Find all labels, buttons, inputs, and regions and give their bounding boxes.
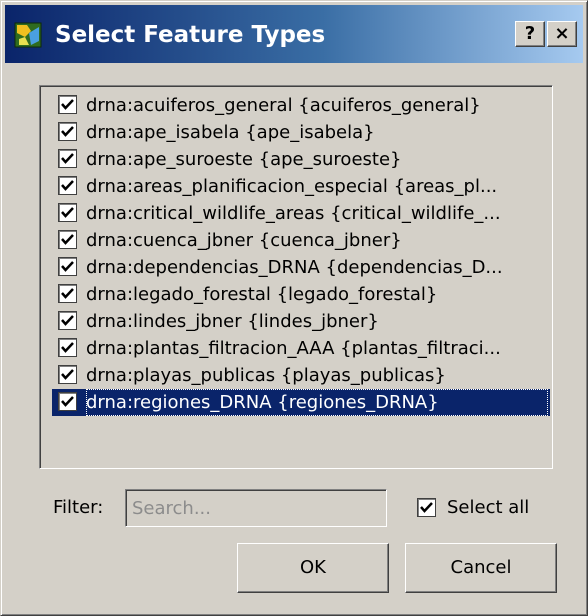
list-item[interactable]: drna:cuenca_jbner {cuenca_jbner} bbox=[52, 227, 550, 254]
list-item-label: drna:legado_forestal {legado_forestal} bbox=[86, 284, 438, 305]
list-item[interactable]: drna:legado_forestal {legado_forestal} bbox=[52, 281, 550, 308]
help-button[interactable]: ? bbox=[515, 21, 545, 47]
list-item-label: drna:ape_isabela {ape_isabela} bbox=[86, 122, 375, 143]
item-checkbox[interactable] bbox=[58, 257, 77, 276]
checkmark-icon bbox=[61, 396, 74, 407]
checkmark-icon bbox=[61, 369, 74, 380]
select-all-checkbox[interactable] bbox=[417, 498, 436, 517]
checkmark-icon bbox=[420, 502, 433, 513]
close-button[interactable]: × bbox=[547, 21, 577, 47]
search-input[interactable] bbox=[125, 489, 387, 527]
checkmark-icon bbox=[61, 180, 74, 191]
item-checkbox[interactable] bbox=[58, 284, 77, 303]
title-bar[interactable]: Select Feature Types ? × bbox=[5, 5, 583, 63]
checkmark-icon bbox=[61, 288, 74, 299]
checkmark-icon bbox=[61, 207, 74, 218]
item-checkbox[interactable] bbox=[58, 365, 77, 384]
item-checkbox[interactable] bbox=[58, 176, 77, 195]
list-item-label: drna:acuiferos_general {acuiferos_genera… bbox=[86, 95, 481, 116]
list-item-label: drna:areas_planificacion_especial {areas… bbox=[86, 176, 498, 197]
feature-type-list[interactable]: drna:acuiferos_general {acuiferos_genera… bbox=[39, 85, 553, 469]
list-item-label: drna:regiones_DRNA {regiones_DRNA} bbox=[86, 389, 548, 416]
checkmark-icon bbox=[61, 315, 74, 326]
item-checkbox[interactable] bbox=[58, 230, 77, 249]
list-item[interactable]: drna:regiones_DRNA {regiones_DRNA} bbox=[52, 389, 550, 416]
checkmark-icon bbox=[61, 234, 74, 245]
select-all-label[interactable]: Select all bbox=[447, 493, 529, 523]
item-checkbox[interactable] bbox=[58, 95, 77, 114]
item-checkbox[interactable] bbox=[58, 311, 77, 330]
list-item[interactable]: drna:playas_publicas {playas_publicas} bbox=[52, 362, 550, 389]
list-item[interactable]: drna:ape_suroeste {ape_suroeste} bbox=[52, 146, 550, 173]
checkmark-icon bbox=[61, 261, 74, 272]
app-icon bbox=[13, 19, 45, 51]
list-item-label: drna:cuenca_jbner {cuenca_jbner} bbox=[86, 230, 402, 251]
filter-label: Filter: bbox=[53, 497, 104, 518]
checkmark-icon bbox=[61, 153, 74, 164]
item-checkbox[interactable] bbox=[58, 392, 77, 411]
dialog-title: Select Feature Types bbox=[55, 22, 326, 48]
checkmark-icon bbox=[61, 342, 74, 353]
item-checkbox[interactable] bbox=[58, 338, 77, 357]
item-checkbox[interactable] bbox=[58, 203, 77, 222]
list-item-label: drna:playas_publicas {playas_publicas} bbox=[86, 365, 446, 386]
list-item-label: drna:dependencias_DRNA {dependencias_D..… bbox=[86, 257, 503, 278]
list-item[interactable]: drna:acuiferos_general {acuiferos_genera… bbox=[52, 92, 550, 119]
list-item-label: drna:plantas_filtracion_AAA {plantas_fil… bbox=[86, 338, 501, 359]
item-checkbox[interactable] bbox=[58, 149, 77, 168]
list-item[interactable]: drna:plantas_filtracion_AAA {plantas_fil… bbox=[52, 335, 550, 362]
item-checkbox[interactable] bbox=[58, 122, 77, 141]
list-item[interactable]: drna:critical_wildlife_areas {critical_w… bbox=[52, 200, 550, 227]
list-item-label: drna:ape_suroeste {ape_suroeste} bbox=[86, 149, 402, 170]
list-item[interactable]: drna:areas_planificacion_especial {areas… bbox=[52, 173, 550, 200]
list-item[interactable]: drna:lindes_jbner {lindes_jbner} bbox=[52, 308, 550, 335]
checkmark-icon bbox=[61, 126, 74, 137]
select-feature-types-dialog: Select Feature Types ? × drna:acuiferos_… bbox=[0, 0, 588, 616]
list-item[interactable]: drna:ape_isabela {ape_isabela} bbox=[52, 119, 550, 146]
list-item-label: drna:lindes_jbner {lindes_jbner} bbox=[86, 311, 379, 332]
ok-button[interactable]: OK bbox=[237, 543, 389, 593]
list-item[interactable]: drna:dependencias_DRNA {dependencias_D..… bbox=[52, 254, 550, 281]
checkmark-icon bbox=[61, 99, 74, 110]
list-item-label: drna:critical_wildlife_areas {critical_w… bbox=[86, 203, 501, 224]
cancel-button[interactable]: Cancel bbox=[405, 543, 557, 593]
